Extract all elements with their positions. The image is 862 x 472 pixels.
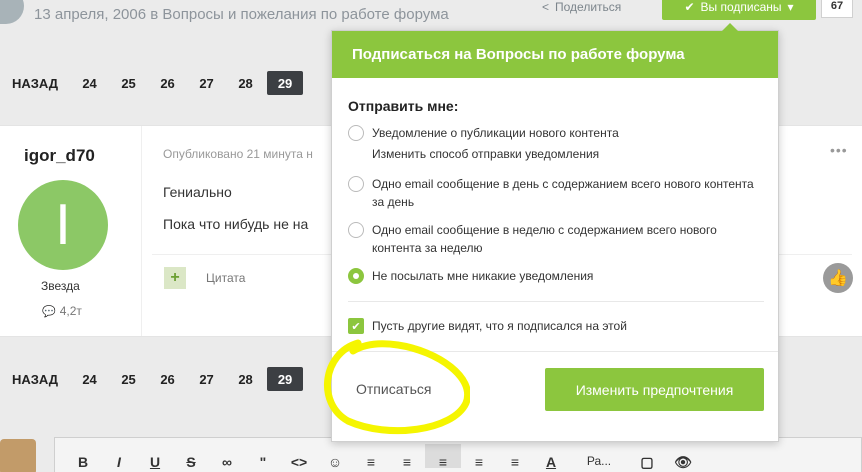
page-link[interactable]: 25 xyxy=(109,71,148,95)
topic-meta: 13 апреля, 2006 в Вопросы и пожелания по… xyxy=(34,6,449,23)
share-button[interactable]: < Поделиться xyxy=(542,0,621,14)
avatar xyxy=(0,439,36,472)
checkbox-checked[interactable]: ✔ xyxy=(348,318,364,334)
emoji-icon[interactable]: ☺ xyxy=(317,454,353,470)
radio-label: Одно email сообщение в неделю с содержан… xyxy=(372,223,717,255)
post-text: Пока что нибудь не на xyxy=(163,216,309,232)
author-post-count: 💬 4,2т xyxy=(42,304,82,318)
radio-option-none[interactable]: Не посылать мне никакие уведомления xyxy=(348,267,762,285)
change-notification-link[interactable]: Изменить способ отправки уведомления xyxy=(372,145,762,163)
radio-button[interactable] xyxy=(348,176,364,192)
page-link[interactable]: 28 xyxy=(226,71,265,95)
follow-label: Вы подписаны xyxy=(700,0,782,14)
radio-label: Уведомление о публикации нового контента xyxy=(372,126,619,140)
avatar[interactable]: I xyxy=(18,180,108,270)
code-icon[interactable]: <> xyxy=(281,454,317,470)
multiquote-button[interactable]: + xyxy=(164,267,186,289)
radio-label: Одно email сообщение в день с содержание… xyxy=(372,177,754,209)
radio-button[interactable] xyxy=(348,222,364,238)
checkbox-label: Пусть другие видят, что я подписался на … xyxy=(372,319,627,333)
paragraph-format-dropdown[interactable]: Ра... xyxy=(569,454,629,468)
page-link[interactable]: 25 xyxy=(109,367,148,391)
more-options-icon[interactable]: ••• xyxy=(830,142,848,158)
strikethrough-icon[interactable]: S xyxy=(173,454,209,470)
change-preferences-button[interactable]: Изменить предпочтения xyxy=(545,368,764,411)
radio-button[interactable] xyxy=(348,125,364,141)
number-list-icon[interactable]: ≡ xyxy=(389,454,425,470)
page-link[interactable]: 27 xyxy=(187,71,226,95)
caret-down-icon: ▾ xyxy=(787,0,794,14)
eye-icon[interactable]: 👁 xyxy=(665,454,701,471)
radio-button-checked[interactable] xyxy=(348,268,364,284)
post-text: Гениально xyxy=(163,184,232,200)
show-follow-checkbox-row[interactable]: ✔ Пусть другие видят, что я подписался н… xyxy=(348,318,627,334)
divider xyxy=(348,301,764,302)
page-link[interactable]: 26 xyxy=(148,71,187,95)
radio-option-daily[interactable]: Одно email сообщение в день с содержание… xyxy=(348,175,762,211)
underline-icon[interactable]: U xyxy=(137,454,173,470)
radio-option-weekly[interactable]: Одно email сообщение в неделю с содержан… xyxy=(348,221,762,257)
align-center-icon[interactable]: ≡ xyxy=(461,454,497,470)
page-link[interactable]: 24 xyxy=(70,367,109,391)
quote-button[interactable]: Цитата xyxy=(206,271,245,285)
editor-toolbar: B I U S ∞ " <> ☺ ≡ ≡ ≡ ≡ ≡ A Ра... ▢ 👁 xyxy=(54,437,862,472)
link-icon[interactable]: ∞ xyxy=(209,454,245,470)
page-link[interactable]: 27 xyxy=(187,367,226,391)
follow-count: 67 xyxy=(821,0,853,18)
page-link[interactable]: 26 xyxy=(148,367,187,391)
radio-label: Не посылать мне никакие уведомления xyxy=(372,269,594,283)
author-panel: igor_d70 I Звезда 💬 4,2т xyxy=(0,126,142,336)
bullet-list-icon[interactable]: ≡ xyxy=(353,454,389,470)
author-name[interactable]: igor_d70 xyxy=(24,146,95,166)
dropdown-subtitle: Отправить мне: xyxy=(348,98,459,114)
radio-option-immediate[interactable]: Уведомление о публикации нового контента… xyxy=(348,124,762,163)
post-count-value: 4,2т xyxy=(59,304,82,318)
highlight-annotation xyxy=(324,339,470,435)
quote-icon[interactable]: " xyxy=(245,454,281,470)
preview-icon[interactable]: ▢ xyxy=(629,454,665,471)
align-left-icon[interactable]: ≡ xyxy=(425,444,461,470)
share-label: Поделиться xyxy=(555,0,622,14)
back-link[interactable]: НАЗАД xyxy=(12,372,58,387)
align-right-icon[interactable]: ≡ xyxy=(497,454,533,470)
bold-icon[interactable]: B xyxy=(65,454,101,470)
share-icon: < xyxy=(542,0,550,14)
page-link[interactable]: 28 xyxy=(226,367,265,391)
post-date[interactable]: Опубликовано 21 минута н xyxy=(163,147,313,161)
comment-icon: 💬 xyxy=(42,305,56,318)
checkmark-icon: ✔ xyxy=(684,0,695,14)
font-color-icon[interactable]: A xyxy=(533,454,569,470)
dropdown-title: Подписаться на Вопросы по работе форума xyxy=(332,31,778,78)
back-link[interactable]: НАЗАД xyxy=(12,76,58,91)
author-rank: Звезда xyxy=(41,279,80,293)
like-icon[interactable]: 👍 xyxy=(823,263,853,293)
page-link-current[interactable]: 29 xyxy=(267,367,304,391)
page-link-current[interactable]: 29 xyxy=(267,71,304,95)
italic-icon[interactable]: I xyxy=(101,454,137,470)
page-link[interactable]: 24 xyxy=(70,71,109,95)
topic-author-avatar[interactable] xyxy=(0,0,24,24)
follow-button[interactable]: ✔ Вы подписаны ▾ xyxy=(662,0,816,20)
